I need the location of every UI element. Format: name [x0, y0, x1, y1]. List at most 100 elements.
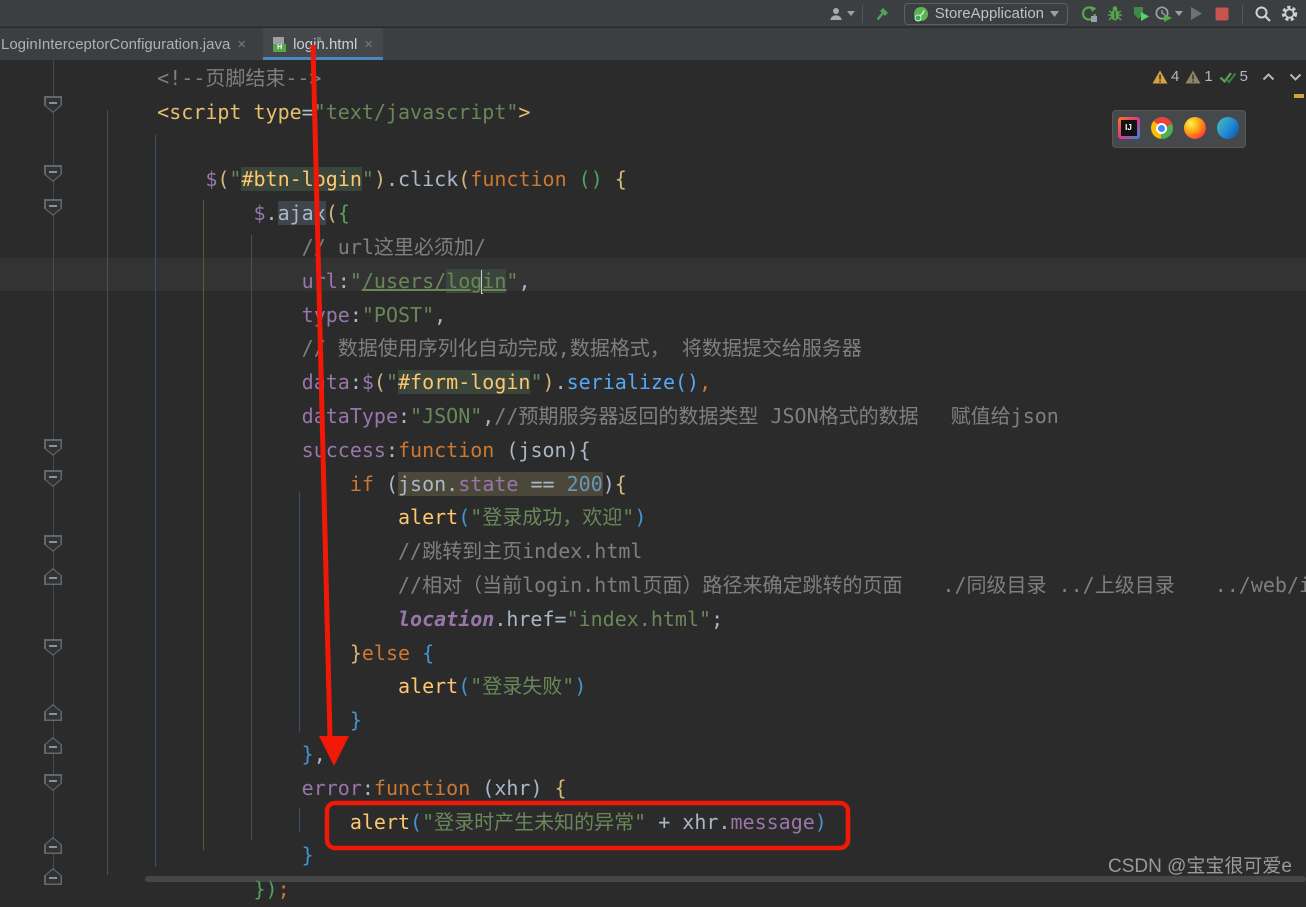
- code-line[interactable]: }else {: [109, 637, 1306, 671]
- code-token: //预期服务器返回的数据类型 JSON格式的数据 赋值给json: [494, 403, 1059, 428]
- code-line[interactable]: alert("登录时产生未知的异常" + xhr.message): [109, 806, 1306, 840]
- code-token: ": [506, 268, 519, 293]
- code-line[interactable]: dataType:"JSON",//预期服务器返回的数据类型 JSON格式的数据…: [109, 400, 1306, 434]
- edge-icon[interactable]: [1216, 117, 1241, 141]
- code-token: =: [301, 99, 314, 124]
- search-everywhere-button[interactable]: [1250, 2, 1276, 26]
- dropdown-caret-icon: [1175, 11, 1183, 16]
- warning-icon: [1152, 70, 1168, 83]
- code-line[interactable]: type:"POST",: [109, 299, 1306, 333]
- code-editor[interactable]: <!--页脚结束--> <script type="text/javascrip…: [0, 60, 1306, 901]
- weak-warning-icon: [1185, 70, 1201, 83]
- run-with-coverage-button[interactable]: [1128, 2, 1154, 26]
- tab-logininterceptorconfiguration-java[interactable]: LoginInterceptorConfiguration.java ×: [0, 28, 256, 60]
- tab-login-html[interactable]: H login.html ×: [263, 28, 384, 60]
- code-token: alert: [349, 809, 411, 834]
- intellij-idea-icon[interactable]: IJ: [1117, 117, 1142, 141]
- code-token: ": [530, 370, 543, 395]
- code-line[interactable]: alert("登录成功，欢迎"): [109, 501, 1306, 535]
- code-line[interactable]: success:function (json){: [109, 434, 1306, 468]
- play-disabled-button[interactable]: [1183, 2, 1209, 26]
- code-token: // 数据使用序列化自动完成,数据格式， 将数据提交给服务器: [301, 336, 862, 361]
- settings-gear-icon: [1281, 5, 1297, 22]
- code-token: $: [205, 167, 218, 192]
- code-token: function: [398, 437, 495, 462]
- code-token: url: [301, 268, 338, 293]
- run-icon: [1081, 5, 1097, 22]
- settings-button[interactable]: [1276, 2, 1302, 26]
- profiler-button[interactable]: [1154, 2, 1183, 26]
- debug-button[interactable]: [1102, 2, 1128, 26]
- code-token: $: [361, 370, 374, 395]
- code-line[interactable]: // url这里必须加/: [109, 231, 1306, 265]
- code-token: .: [265, 201, 278, 226]
- chrome-icon[interactable]: [1150, 117, 1175, 141]
- dropdown-caret-icon: [846, 11, 855, 16]
- code-token: "登录失败": [470, 674, 575, 699]
- code-line[interactable]: alert("登录失败"): [109, 670, 1306, 704]
- code-token: $: [253, 201, 266, 226]
- run-button[interactable]: [1076, 2, 1102, 26]
- user-button[interactable]: [828, 2, 855, 26]
- code-line[interactable]: // 数据使用序列化自动完成,数据格式， 将数据提交给服务器: [109, 332, 1306, 366]
- code-token: "POST": [361, 302, 435, 327]
- code-token: (: [325, 201, 338, 226]
- code-token: }: [349, 708, 362, 733]
- build-button[interactable]: [870, 2, 896, 26]
- code-token: alert: [397, 674, 459, 699]
- run-configuration-select[interactable]: StoreApplication: [903, 2, 1068, 25]
- code-line[interactable]: error:function (xhr) {: [109, 772, 1306, 806]
- code-token: ,: [518, 268, 531, 293]
- code-line[interactable]: },: [109, 738, 1306, 772]
- code-token: <script: [157, 99, 254, 124]
- code-token: /users/: [361, 268, 447, 293]
- tab-close-icon[interactable]: ×: [364, 36, 373, 53]
- stop-icon: [1215, 7, 1229, 20]
- code-token: //相对（当前login.html页面）路径来确定跳转的页面 ./同级目录 ..…: [397, 572, 1306, 597]
- code-token: :: [349, 370, 362, 395]
- code-token: ==: [518, 471, 567, 496]
- warnings-indicator[interactable]: 4: [1152, 68, 1179, 85]
- stop-button[interactable]: [1209, 2, 1235, 26]
- code-token: type: [253, 99, 302, 124]
- double-check-icon: [1219, 71, 1237, 84]
- code-line[interactable]: if (json.state == 200){: [109, 468, 1306, 502]
- code-line[interactable]: }: [109, 704, 1306, 738]
- firefox-icon[interactable]: [1183, 117, 1208, 141]
- tab-close-icon[interactable]: ×: [237, 36, 246, 53]
- code-token: // url这里必须加/: [301, 234, 486, 259]
- code-token: (: [373, 370, 386, 395]
- code-line[interactable]: $.ajax({: [109, 197, 1306, 231]
- code-token: (: [458, 674, 471, 699]
- code-line[interactable]: data:$("#form-login").serialize(),: [109, 366, 1306, 400]
- code-token: (: [458, 505, 471, 530]
- code-token: {: [614, 471, 627, 496]
- code-line[interactable]: $("#btn-login").click(function () {: [109, 163, 1306, 197]
- code-line[interactable]: url:"/users/login",: [109, 265, 1306, 299]
- code-line[interactable]: location.href="index.html";: [109, 603, 1306, 637]
- code-line[interactable]: //相对（当前login.html页面）路径来确定跳转的页面 ./同级目录 ..…: [109, 569, 1306, 603]
- profiler-icon: [1155, 6, 1172, 22]
- code-token: ;: [711, 606, 724, 631]
- code-line[interactable]: <!--页脚结束-->: [109, 62, 1306, 96]
- html-file-icon: H: [273, 36, 322, 52]
- user-icon: [830, 7, 842, 20]
- code-token: ): [542, 370, 555, 395]
- code-text[interactable]: <!--页脚结束--> <script type="text/javascrip…: [0, 62, 1306, 907]
- passed-indicator[interactable]: 5: [1219, 68, 1248, 85]
- weak-warnings-count: 1: [1204, 68, 1213, 85]
- code-token: data: [301, 370, 350, 395]
- code-token: ): [814, 809, 827, 834]
- code-token: (: [373, 471, 399, 496]
- scrollbar-warning-mark[interactable]: [1294, 94, 1304, 98]
- code-token: #btn-login: [241, 167, 362, 192]
- code-line[interactable]: //跳转到主页index.html: [109, 535, 1306, 569]
- weak-warnings-indicator[interactable]: 1: [1185, 68, 1213, 85]
- code-token: "登录时产生未知的异常": [422, 809, 647, 834]
- build-hammer-icon: [876, 8, 888, 21]
- code-token: ,: [482, 403, 495, 428]
- next-problem-chevron-icon[interactable]: [1289, 73, 1302, 81]
- previous-problem-chevron-icon[interactable]: [1262, 72, 1275, 81]
- code-token: ): [373, 167, 386, 192]
- inspections-widget[interactable]: 4 1 5: [1152, 68, 1302, 85]
